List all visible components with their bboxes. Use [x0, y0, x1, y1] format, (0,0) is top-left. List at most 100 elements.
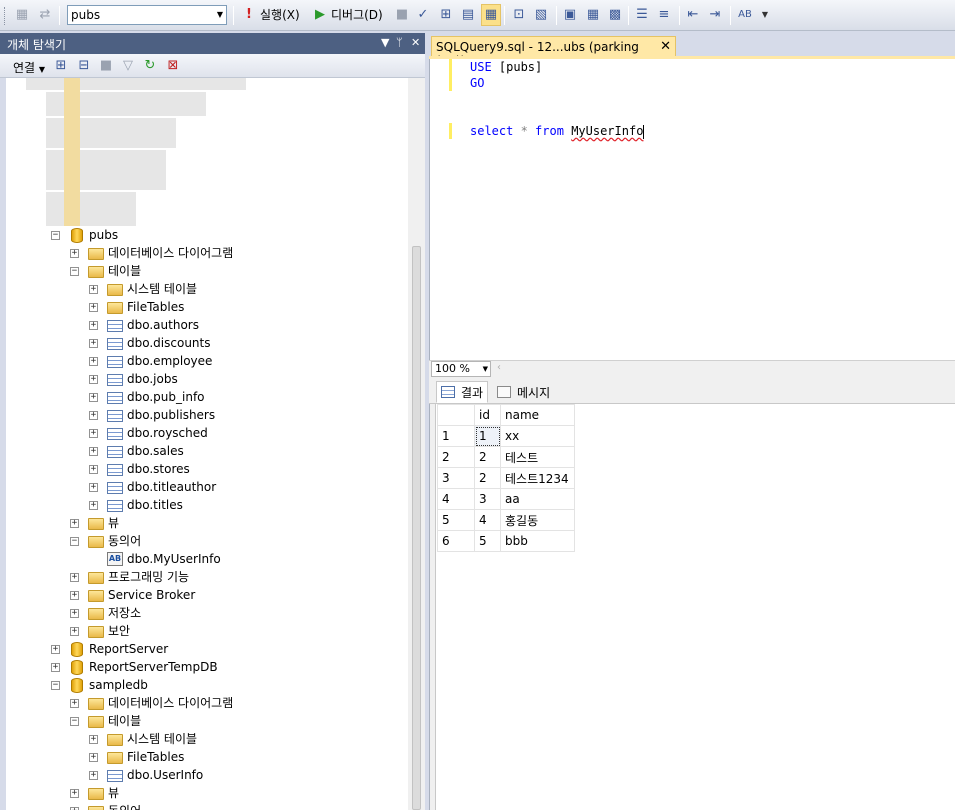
tree-node[interactable]: − 동의어 [70, 532, 141, 550]
query-designer-icon[interactable]: ▤ [459, 6, 477, 24]
change-connection-icon[interactable]: ⇄ [36, 6, 54, 24]
filter-icon[interactable]: ▽ [119, 57, 137, 75]
table-row[interactable]: 3 2 테스트1234 [437, 467, 575, 489]
include-plan-icon[interactable]: ⊡ [510, 6, 528, 24]
collapse-icon[interactable]: − [51, 230, 60, 240]
tree-node[interactable]: − 테이블 [70, 712, 141, 730]
expand-icon[interactable]: + [70, 626, 79, 636]
tree-node[interactable]: + dbo.UserInfo [89, 766, 203, 784]
expand-icon[interactable]: + [70, 518, 79, 528]
activity-monitor-icon[interactable]: ⊠ [164, 57, 182, 75]
tree-node[interactable]: + dbo.sales [89, 442, 184, 460]
play-icon[interactable]: ▶ [311, 6, 329, 24]
cell-name[interactable]: xx [500, 425, 575, 447]
window-position-icon[interactable]: ▼ [381, 36, 389, 49]
tree-node[interactable]: + 보안 [70, 622, 130, 640]
expand-icon[interactable]: + [89, 374, 98, 384]
tree-node[interactable]: AB dbo.MyUserInfo [89, 550, 221, 568]
tree-node[interactable]: + dbo.roysched [89, 424, 208, 442]
results-to-grid-icon[interactable]: ▦ [482, 6, 500, 24]
cell-name[interactable]: 홍길동 [500, 509, 575, 531]
pin-icon[interactable]: ᛘ [396, 36, 403, 49]
tree-node[interactable]: + dbo.jobs [89, 370, 178, 388]
close-icon[interactable]: ✕ [660, 39, 671, 54]
expand-icon[interactable]: + [70, 698, 79, 708]
column-header-name[interactable]: name [500, 404, 575, 426]
collapse-icon[interactable]: − [70, 266, 79, 276]
close-icon[interactable]: ✕ [411, 36, 420, 49]
outdent-icon[interactable]: ⇤ [684, 6, 702, 24]
cell-id[interactable]: 3 [474, 488, 501, 510]
results-to-file-icon[interactable]: ▩ [606, 6, 624, 24]
tree-node[interactable]: + 뷰 [70, 514, 119, 532]
zoom-select[interactable]: 100 % ▼ [431, 361, 491, 377]
scrollbar-thumb[interactable] [412, 246, 421, 810]
cell-id[interactable]: 4 [474, 509, 501, 531]
expand-icon[interactable]: + [89, 320, 98, 330]
tree-node[interactable]: + dbo.pub_info [89, 388, 205, 406]
expand-icon[interactable]: + [89, 302, 98, 312]
toolbar-grip[interactable] [4, 7, 7, 25]
client-stats-icon[interactable]: ▧ [532, 6, 550, 24]
expand-icon[interactable]: + [70, 806, 79, 810]
collapse-icon[interactable]: − [70, 536, 79, 546]
row-number-cell[interactable]: 1 [437, 425, 475, 447]
execute-icon[interactable]: ! [240, 6, 258, 24]
tree-node[interactable]: − 테이블 [70, 262, 141, 280]
tab-results[interactable]: 결과 [436, 381, 489, 403]
cell-id[interactable]: 2 [474, 467, 501, 489]
cell-id[interactable]: 1 [474, 425, 501, 447]
tab-sqlquery9[interactable]: SQLQuery9.sql - 12...ubs (parking (54))*… [431, 36, 676, 68]
row-number-cell[interactable]: 4 [437, 488, 475, 510]
refresh-icon[interactable]: ↻ [141, 57, 159, 75]
row-number-cell[interactable]: 6 [437, 530, 475, 552]
tree-node[interactable]: − sampledb [51, 676, 148, 694]
expand-icon[interactable]: + [70, 590, 79, 600]
expand-icon[interactable]: + [89, 356, 98, 366]
connect-dropdown[interactable]: 연결 ▼ [13, 59, 45, 76]
tree-node[interactable]: + dbo.authors [89, 316, 199, 334]
expand-icon[interactable]: + [89, 284, 98, 294]
cell-name[interactable]: 테스트1234 [500, 467, 575, 489]
collapse-icon[interactable]: − [70, 716, 79, 726]
tree-node[interactable]: + FileTables [89, 748, 184, 766]
expand-icon[interactable]: + [70, 248, 79, 258]
expand-icon[interactable]: + [89, 428, 98, 438]
object-explorer-scrollbar[interactable] [408, 78, 425, 810]
expand-icon[interactable]: + [89, 338, 98, 348]
expand-icon[interactable]: + [70, 608, 79, 618]
uncomment-icon[interactable]: ≡ [655, 6, 673, 24]
cell-name[interactable]: bbb [500, 530, 575, 552]
table-row[interactable]: 6 5 bbb [437, 530, 575, 552]
indent-icon[interactable]: ⇥ [706, 6, 724, 24]
expand-icon[interactable]: + [89, 734, 98, 744]
expand-icon[interactable]: + [51, 662, 60, 672]
parse-check-icon[interactable]: ✓ [414, 6, 432, 24]
tree-node[interactable]: + 데이터베이스 다이어그램 [70, 694, 233, 712]
query-editor[interactable]: USE [pubs] GO select * from MyUserInfo [429, 59, 955, 360]
results-to-text-icon[interactable]: ▣ [561, 6, 579, 24]
cell-id[interactable]: 5 [474, 530, 501, 552]
debug-button[interactable]: 디버그(D) [331, 8, 383, 22]
stop-icon[interactable]: ■ [393, 6, 411, 24]
tree-node[interactable]: + ReportServerTempDB [51, 658, 218, 676]
connect-icon[interactable]: ▦ [13, 6, 31, 24]
display-plan-icon[interactable]: ⊞ [437, 6, 455, 24]
cell-id[interactable]: 2 [474, 446, 501, 468]
expand-icon[interactable]: + [89, 482, 98, 492]
expand-icon[interactable]: + [89, 410, 98, 420]
tree-node[interactable]: + 저장소 [70, 604, 141, 622]
tree-node[interactable]: + 프로그래밍 기능 [70, 568, 189, 586]
tree-node[interactable]: + dbo.titles [89, 496, 183, 514]
row-number-cell[interactable]: 5 [437, 509, 475, 531]
table-row[interactable]: 4 3 aa [437, 488, 575, 510]
tree-node[interactable]: + 시스템 테이블 [89, 730, 197, 748]
tree-node[interactable]: + dbo.discounts [89, 334, 211, 352]
tree-node[interactable]: + 시스템 테이블 [89, 280, 197, 298]
tab-messages[interactable]: 메시지 [493, 381, 554, 403]
expand-icon[interactable]: + [51, 644, 60, 654]
disconnect-icon[interactable]: ⊟ [75, 57, 93, 75]
table-row[interactable]: 1 1 xx [437, 425, 575, 447]
connect-server-icon[interactable]: ⊞ [52, 57, 70, 75]
table-row[interactable]: 2 2 테스트 [437, 446, 575, 468]
